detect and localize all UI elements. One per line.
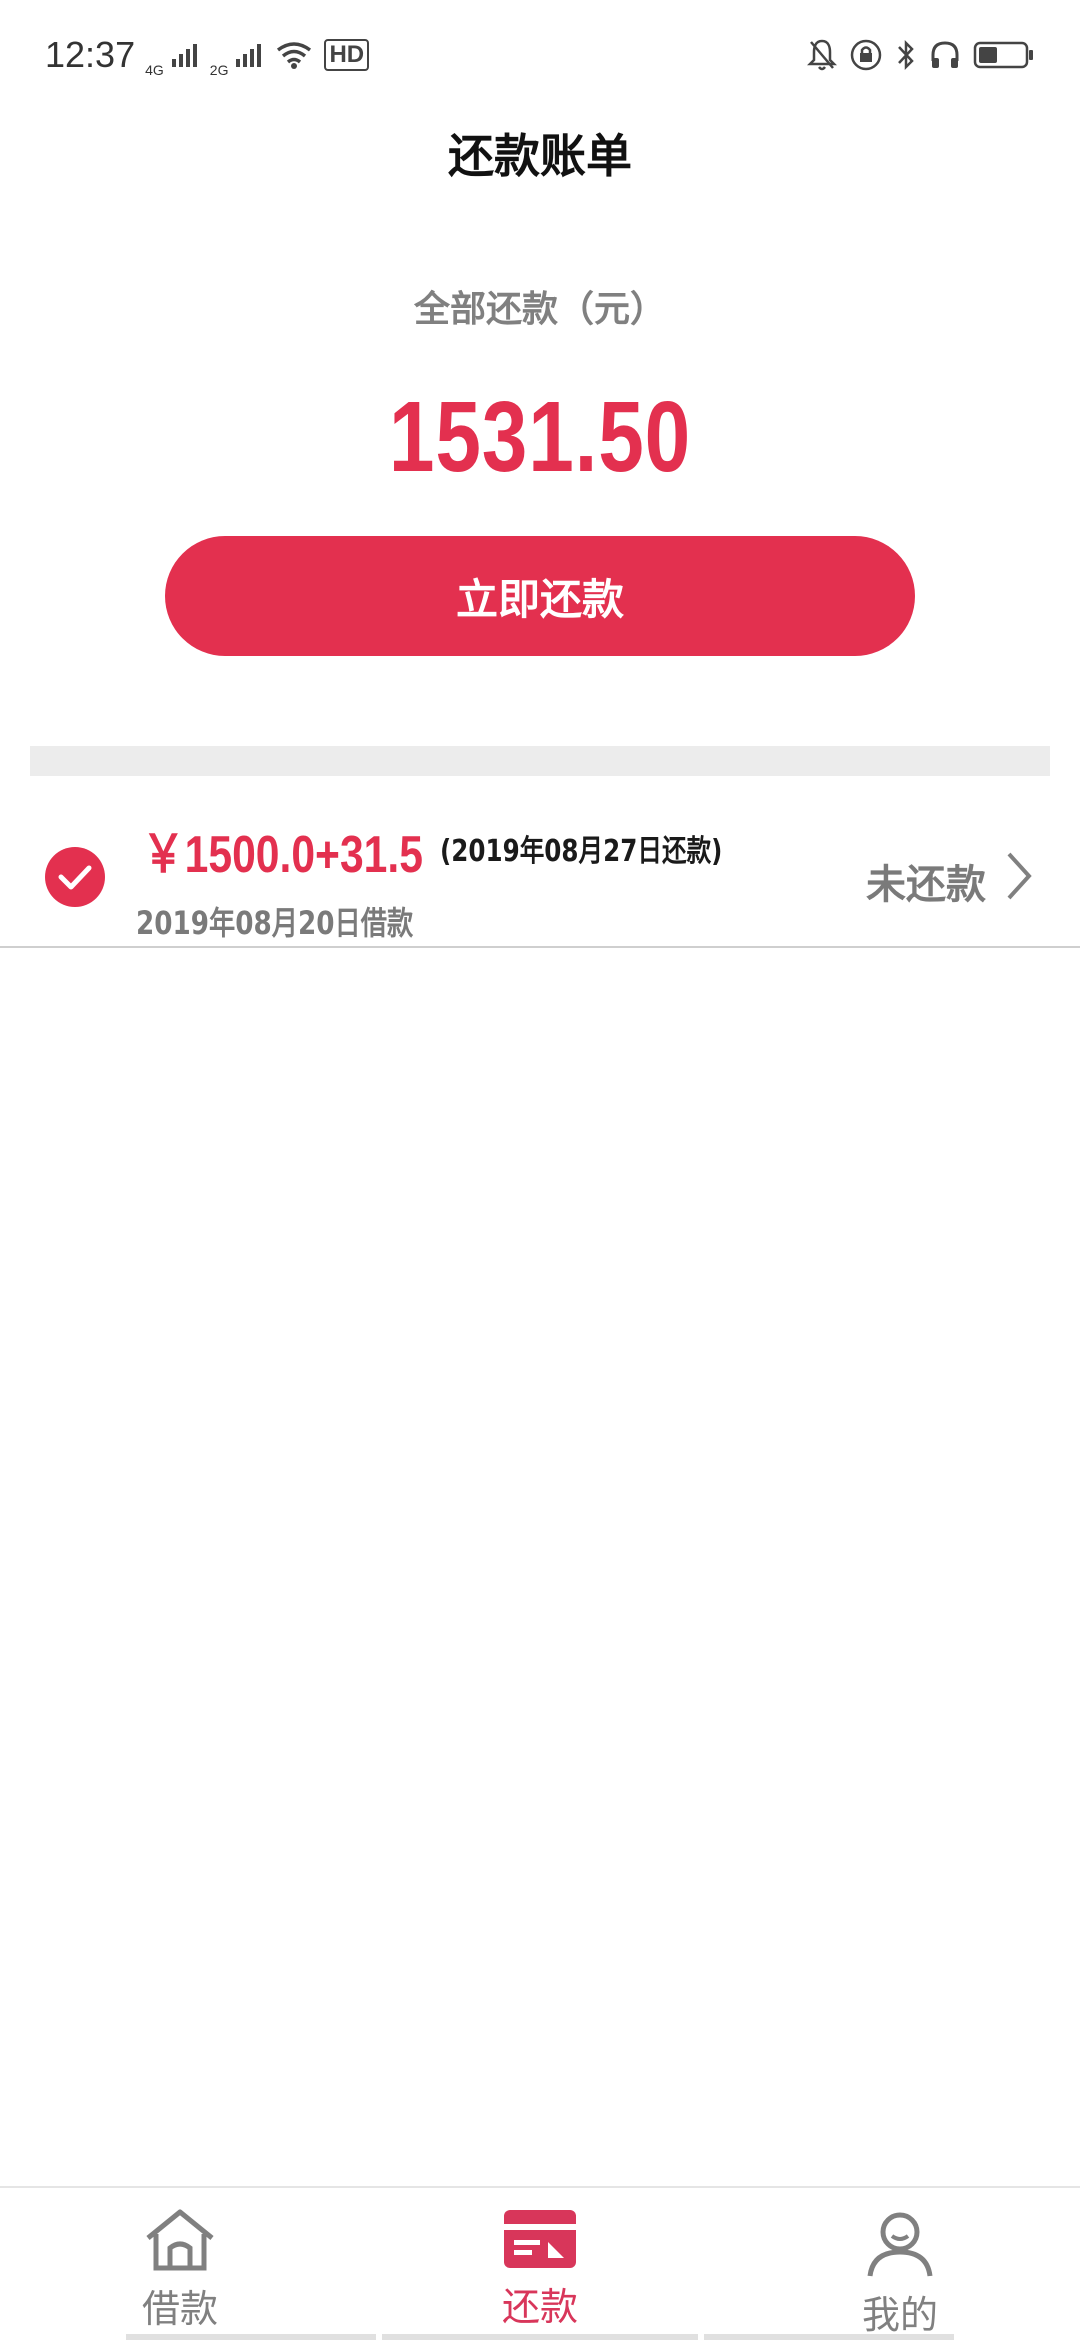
page-title: 还款账单 <box>448 129 632 183</box>
bill-status: 未还款 <box>866 862 986 908</box>
hd-label: HD <box>329 41 365 68</box>
status-bar: 12:37 4G 2G HD <box>0 0 1080 110</box>
bottom-nav: 借款 还款 我的 <box>0 2186 1080 2340</box>
hd-icon: HD <box>324 39 370 71</box>
nav-indicator-2 <box>382 2334 698 2340</box>
bill-due-date: (2019年08月27日还款) <box>440 834 723 869</box>
section-divider <box>30 746 1050 776</box>
repay-now-button[interactable]: 立即还款 <box>165 536 915 656</box>
nav-item-borrow[interactable]: 借款 <box>30 2188 330 2331</box>
network-type-1: 4G <box>145 62 164 78</box>
bluetooth-icon <box>895 38 917 72</box>
bill-amount: ￥1500.0+31.5 <box>142 826 423 884</box>
nav-label-borrow: 借款 <box>141 2287 218 2331</box>
total-repayment-label: 全部还款（元） <box>413 289 666 330</box>
bill-borrow-date: 2019年08月20日借款 <box>136 904 414 942</box>
status-left: 12:37 4G 2G HD <box>45 32 370 78</box>
nav-item-mine[interactable]: 我的 <box>750 2188 1050 2337</box>
user-icon <box>865 2208 935 2278</box>
nav-indicator-3 <box>704 2334 954 2340</box>
bell-muted-icon <box>807 38 837 72</box>
rotation-lock-icon <box>849 38 883 72</box>
nav-label-repay: 还款 <box>501 2285 578 2329</box>
nav-indicator-1 <box>126 2334 376 2340</box>
status-time: 12:37 <box>45 34 136 75</box>
signal-icon <box>170 41 200 69</box>
status-right <box>807 38 1035 72</box>
network-type-2: 2G <box>209 62 229 78</box>
bill-list-item[interactable]: ￥1500.0+31.5 (2019年08月27日还款) 2019年08月20日… <box>0 790 1080 948</box>
total-repayment-amount: 1531.50 <box>388 381 692 493</box>
checkmark-circle-icon[interactable] <box>44 846 106 912</box>
headphones-icon <box>929 39 961 71</box>
nav-label-mine: 我的 <box>861 2293 938 2337</box>
nav-item-repay[interactable]: 还款 <box>390 2188 690 2329</box>
battery-icon <box>973 40 1035 70</box>
chevron-right-icon[interactable] <box>1004 850 1034 906</box>
bill-icon <box>502 2208 578 2270</box>
wifi-icon <box>274 40 314 70</box>
home-icon <box>142 2208 218 2272</box>
signal-icon-2 <box>234 41 264 69</box>
